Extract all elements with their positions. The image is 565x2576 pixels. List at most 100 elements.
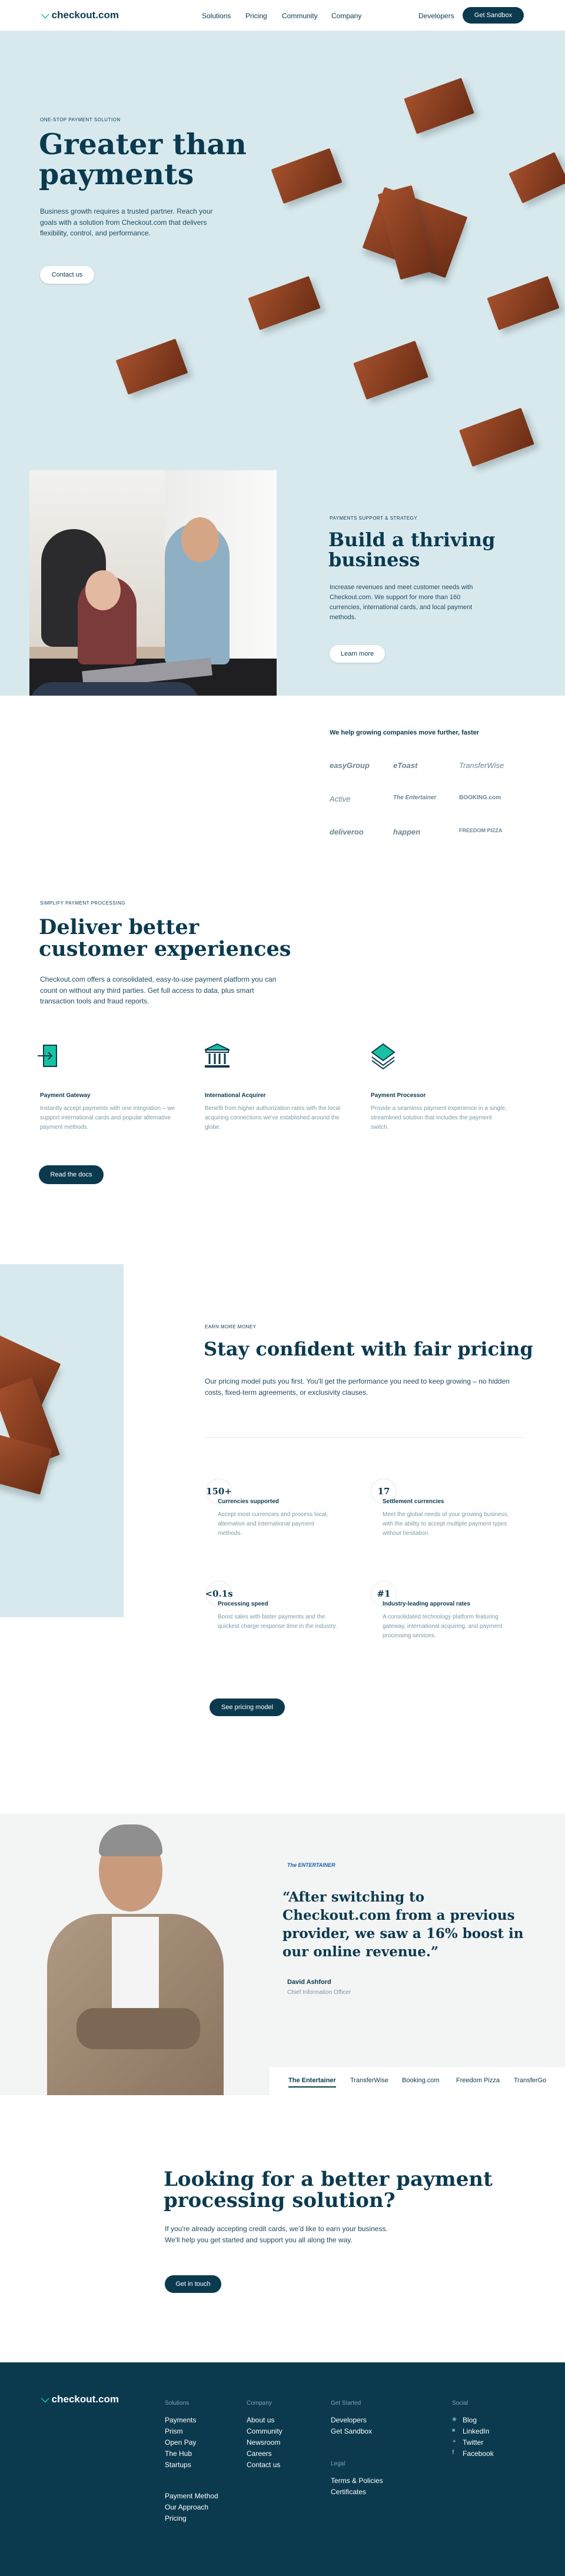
feature-text-gateway: Instantly accept payments with one integ…	[40, 1105, 175, 1131]
tab-freedom-pizza[interactable]: Freedom Pizza	[456, 2077, 500, 2084]
pricing-body: Our pricing model puts you first. You'll…	[205, 1377, 510, 1397]
cta-title-line1: Looking for a better payment	[164, 2168, 493, 2191]
partners-area	[0, 696, 565, 872]
footer-link[interactable]: Newsroom	[247, 2438, 280, 2447]
stat-speed-text: Boost sales with faster payments and the…	[218, 1614, 337, 1630]
feature-text-acquirer: Benefit from higher authorization rates …	[205, 1105, 341, 1131]
deliver-title-line2: customer experiences	[39, 936, 291, 961]
pricing-title: Stay confident with fair pricing	[204, 1338, 533, 1360]
layers-icon	[368, 1042, 398, 1071]
footer-link[interactable]: About us	[247, 2416, 274, 2424]
feature-text-processor: Provide a seamless payment experience in…	[371, 1105, 507, 1131]
footer-company-heading: Company	[247, 2400, 272, 2407]
stat-currencies-title: Currencies supported	[218, 1498, 279, 1505]
checkout-logo-icon: ⌵	[41, 2393, 49, 2405]
thrive-eyebrow: PAYMENTS SUPPORT & STRATEGY	[330, 516, 418, 521]
footer-social-heading: Social	[452, 2400, 468, 2407]
footer-link-twitter[interactable]: Twitter	[463, 2438, 483, 2447]
footer-link[interactable]: Pricing	[165, 2514, 187, 2522]
cta-title-line2: processing solution?	[164, 2188, 396, 2212]
see-pricing-button[interactable]: See pricing model	[210, 1699, 285, 1716]
footer-link[interactable]: The Hub	[165, 2449, 192, 2458]
hero-title: Greater than payments	[39, 129, 247, 190]
footer-link[interactable]: Payments	[165, 2416, 196, 2424]
cta-body-line2: We'll help you get started and support y…	[165, 2236, 353, 2244]
stat-approval-title: Industry-leading approval rates	[383, 1601, 470, 1607]
footer-link[interactable]: Certificates	[331, 2488, 366, 2496]
nav-developers[interactable]: Developers	[418, 12, 454, 20]
checkout-logo-icon: ⌵	[41, 9, 49, 21]
brand-logo[interactable]: ⌵ checkout.com	[41, 9, 119, 21]
tab-transfergo[interactable]: TransferGo	[514, 2077, 546, 2084]
facebook-icon: f	[452, 2449, 454, 2456]
tab-transferwise[interactable]: TransferWise	[350, 2077, 388, 2084]
footer-link[interactable]: Payment Method	[165, 2492, 218, 2500]
twitter-icon: ✦	[452, 2438, 457, 2444]
footer-legal-heading: Legal	[331, 2461, 345, 2467]
footer-link[interactable]: Startups	[165, 2461, 191, 2469]
cta-body-line1: If you're already accepting credit cards…	[165, 2225, 388, 2233]
partner-logo-transferwise: TransferWise	[459, 761, 504, 770]
partner-logo-booking: BOOKING.com	[459, 795, 501, 801]
blog-icon: ◉	[452, 2416, 457, 2422]
payment-gateway-icon	[35, 1042, 65, 1071]
feature-title-processor: Payment Processor	[371, 1092, 426, 1099]
footer-link[interactable]: Our Approach	[165, 2503, 208, 2511]
deliver-title: Deliver better customer experiences	[39, 915, 291, 961]
partner-logo-etoast: eToast	[393, 761, 418, 770]
deliver-body: Checkout.com offers a consolidated, easy…	[40, 975, 277, 1006]
learn-more-button[interactable]: Learn more	[330, 645, 385, 663]
hero-eyebrow: ONE-STOP PAYMENT SOLUTION	[40, 117, 121, 122]
footer-link[interactable]: Open Pay	[165, 2438, 196, 2447]
partners-heading: We help growing companies move further, …	[330, 729, 480, 736]
footer-get-started-heading: Get Started	[331, 2400, 361, 2407]
partner-logo-active: Active	[330, 795, 351, 803]
stat-approval-text: A consolidated technology platform featu…	[383, 1614, 503, 1639]
get-sandbox-button[interactable]: Get Sandbox	[463, 7, 524, 24]
thrive-title-line2: business	[328, 548, 420, 571]
top-nav: ⌵ checkout.com Solutions Pricing Communi…	[0, 0, 565, 31]
stat-settlement-text: Meet the global needs of your growing bu…	[383, 1511, 509, 1537]
hero-title-line1: Greater than	[39, 127, 247, 161]
footer-link[interactable]: Community	[247, 2427, 282, 2435]
footer-link[interactable]: Prism	[165, 2427, 183, 2435]
footer-brand-name: checkout.com	[51, 2393, 119, 2405]
footer-link-blog[interactable]: Blog	[463, 2416, 477, 2424]
nav-community[interactable]: Community	[282, 12, 318, 20]
tab-the-entertainer[interactable]: The Entertainer	[288, 2077, 336, 2088]
thrive-title-line1: Build a thriving	[328, 529, 496, 551]
footer-solutions-heading: Solutions	[165, 2400, 190, 2407]
footer-link-facebook[interactable]: Facebook	[463, 2449, 494, 2458]
nav-pricing[interactable]: Pricing	[245, 12, 267, 20]
feature-title-acquirer: International Acquirer	[205, 1092, 266, 1099]
pricing-divider	[205, 1437, 525, 1438]
cta-title: Looking for a better payment processing …	[164, 2169, 493, 2211]
stat-currencies-text: Accept most currencies and process local…	[218, 1511, 328, 1537]
footer-link[interactable]: Careers	[247, 2449, 272, 2458]
thrive-title: Build a thriving business	[328, 530, 495, 570]
feature-title-gateway: Payment Gateway	[40, 1092, 91, 1099]
testimonial-portrait	[41, 1814, 230, 2095]
contact-us-button[interactable]: Contact us	[40, 266, 94, 284]
nav-solutions[interactable]: Solutions	[202, 12, 231, 20]
get-in-touch-button[interactable]: Get in touch	[165, 2275, 221, 2293]
deliver-eyebrow: SIMPLIFY PAYMENT PROCESSING	[40, 900, 125, 906]
pricing-eyebrow: EARN MORE MONEY	[205, 1324, 257, 1329]
tab-booking[interactable]: Booking.com	[402, 2077, 440, 2084]
footer-link-linkedin[interactable]: LinkedIn	[463, 2427, 489, 2435]
stat-speed-title: Processing speed	[218, 1601, 268, 1607]
partner-logo-entertainer: The Entertainer	[393, 795, 437, 801]
partner-logo-happen: happen	[393, 827, 421, 836]
footer-link[interactable]: Terms & Policies	[331, 2477, 383, 2485]
nav-company[interactable]: Company	[331, 12, 361, 20]
footer-logo[interactable]: ⌵ checkout.com	[41, 2393, 119, 2405]
deliver-title-line1: Deliver better	[39, 915, 200, 939]
footer-link[interactable]: Contact us	[247, 2461, 280, 2469]
footer-link[interactable]: Get Sandbox	[331, 2427, 372, 2435]
read-docs-button[interactable]: Read the docs	[39, 1165, 104, 1184]
bank-icon	[202, 1042, 232, 1071]
partner-logo-deliveroo: deliveroo	[330, 827, 364, 836]
testimonial-name: David Ashford	[287, 1979, 331, 1986]
footer-link[interactable]: Developers	[331, 2416, 367, 2424]
partner-logo-easygroup: easyGroup	[330, 761, 370, 770]
